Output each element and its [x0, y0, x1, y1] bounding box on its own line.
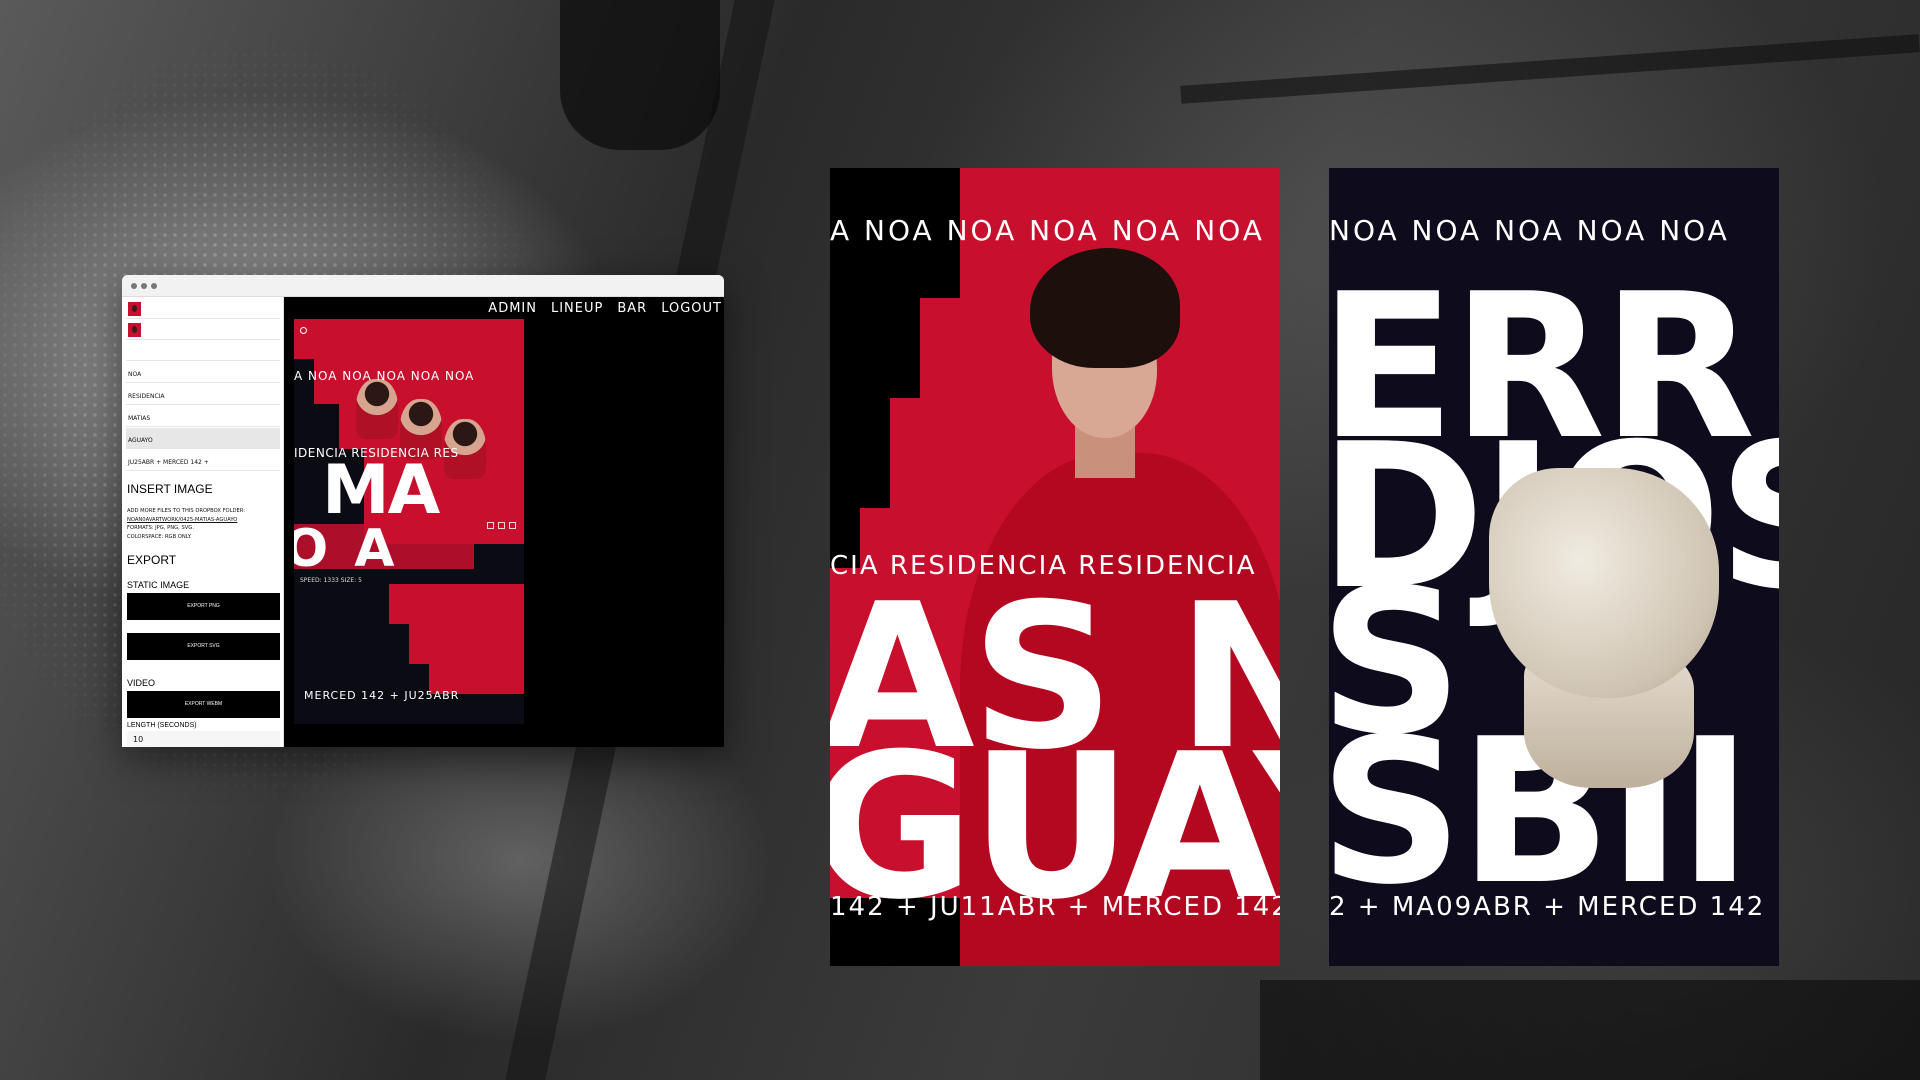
length-input[interactable]: 10	[127, 731, 280, 747]
poster-navy: NOA NOA NOA NOA NOA ERR DJOS S J SBII 2 …	[1329, 168, 1779, 966]
colorspace-note: COLORSPACE: RGB ONLY.	[127, 533, 192, 540]
copy-icon[interactable]	[498, 522, 505, 529]
poster-bottom-line: 2 + MA09ABR + MERCED 142	[1329, 892, 1766, 922]
text-field-5[interactable]: JU25ABR + MERCED 142 +	[126, 450, 280, 471]
app-window: NOA RESIDENCIA MATIAS AGUAYO JU25ABR + M…	[122, 275, 724, 747]
window-close-icon[interactable]	[131, 283, 137, 289]
preview-portrait	[356, 379, 398, 439]
background-speaker	[560, 0, 720, 150]
window-maximize-icon[interactable]	[151, 283, 157, 289]
static-image-label: STATIC IMAGE	[127, 580, 190, 590]
poster-black-block	[830, 398, 890, 508]
insert-image-note: ADD MORE FILES TO THIS DROPBOX FOLDER: N…	[127, 507, 277, 541]
image-thumbnail-row[interactable]	[126, 320, 280, 340]
image-thumbnail-row[interactable]	[126, 341, 280, 361]
poster-bottom-line: 142 + JU11ABR + MERCED 142	[830, 892, 1280, 922]
export-webm-button[interactable]: EXPORT WEBM	[127, 691, 280, 718]
preview-red-block	[409, 624, 524, 664]
statue-bust	[1464, 468, 1754, 788]
statue-head	[1489, 468, 1719, 698]
preview-big-line-2: O A	[294, 519, 399, 579]
preview-red-block	[389, 584, 524, 624]
preview-bottom-line: MERCED 142 + JU25ABR	[304, 689, 460, 702]
length-label: LENGTH (SECONDS)	[127, 722, 197, 729]
poster-noa-line: NOA NOA NOA NOA NOA	[1329, 214, 1730, 247]
preview-red-block	[294, 319, 524, 359]
image-thumbnail[interactable]	[128, 302, 141, 316]
formats-note: FORMATS: JPG, PNG, SVG.	[127, 525, 194, 531]
window-titlebar	[122, 275, 724, 297]
sidebar: NOA RESIDENCIA MATIAS AGUAYO JU25ABR + M…	[122, 297, 284, 747]
window-minimize-icon[interactable]	[141, 283, 147, 289]
dropbox-note: ADD MORE FILES TO THIS DROPBOX FOLDER:	[127, 508, 245, 514]
preview-noa-line: A NOA NOA NOA NOA NOA	[294, 369, 475, 383]
nav-lineup[interactable]: LINEUP	[551, 301, 603, 316]
text-field-1[interactable]: NOA	[126, 362, 280, 383]
poster-red: A NOA NOA NOA NOA NOA CIA RESIDENCIA RES…	[830, 168, 1280, 966]
background-floor	[1260, 980, 1920, 1080]
poster-noa-line: A NOA NOA NOA NOA NOA	[830, 214, 1265, 247]
portrait-hair	[1030, 248, 1180, 368]
background-truss	[1180, 34, 1920, 104]
trash-icon[interactable]	[509, 522, 516, 529]
nav-admin[interactable]: ADMIN	[488, 301, 537, 316]
poster-preview[interactable]: A NOA NOA NOA NOA NOA IDENCIA RESIDENCIA…	[294, 319, 524, 724]
dropbox-folder-link[interactable]: NOAN0AVARTWORK/0425-MATIAS-AGUAYO	[127, 516, 277, 525]
text-field-3[interactable]: MATIAS	[126, 406, 280, 427]
export-png-button[interactable]: EXPORT PNG	[127, 593, 280, 620]
preview-speed-size: SPEED: 1333 SIZE: 5	[300, 577, 362, 584]
text-field-4[interactable]: AGUAYO	[126, 428, 280, 449]
export-heading: EXPORT	[127, 553, 177, 567]
move-icon[interactable]	[487, 522, 494, 529]
clock-icon[interactable]	[300, 327, 307, 334]
preview-canvas: ADMIN LINEUP BAR LOGOUT A NOA NOA NOA NO…	[284, 297, 724, 747]
nav-bar[interactable]: BAR	[617, 301, 647, 316]
top-nav: ADMIN LINEUP BAR LOGOUT	[488, 301, 722, 316]
poster-black-block	[830, 298, 920, 398]
export-svg-button[interactable]: EXPORT SVG	[127, 633, 280, 660]
insert-image-heading: INSERT IMAGE	[127, 482, 213, 496]
image-thumbnail[interactable]	[128, 323, 141, 337]
nav-logout[interactable]: LOGOUT	[661, 301, 722, 316]
image-thumbnail-row[interactable]	[126, 299, 280, 319]
video-label: VIDEO	[127, 678, 156, 688]
text-field-2[interactable]: RESIDENCIA	[126, 384, 280, 405]
